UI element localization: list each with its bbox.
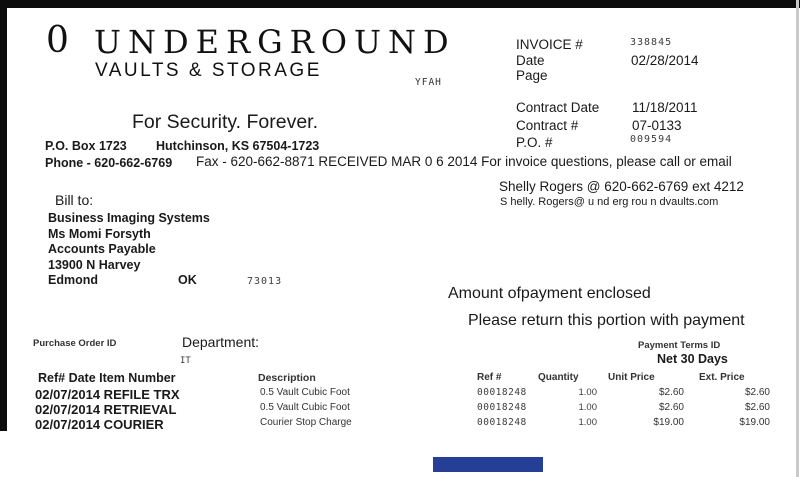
logo-zero-glyph: 0 [46,20,69,61]
column-header-unit-price: Unit Price [608,372,655,383]
contract-date-label: Contract Date [516,100,600,115]
row-item-number: 02/07/2014 REFILE TRX [35,387,180,402]
bill-to-zip: 73013 [247,276,283,287]
row-unit-price: $2.60 [658,387,684,398]
company-tagline: For Security. Forever. [132,111,319,133]
row-unit-price: $2.60 [658,402,684,413]
row-description: 0.5 Vault Cubic Foot [260,387,350,398]
row-quantity: 1.00 [578,417,598,428]
row-description: Courier Stop Charge [260,417,352,428]
contract-date-value: 11/18/2011 [632,100,698,115]
bill-to-department: Accounts Payable [48,242,156,256]
column-header-ref: Ref # [477,372,502,383]
contract-number-label: Contract # [516,118,579,133]
invoice-page-label: Page [516,68,548,83]
invoice-number-label: INVOICE # [516,37,583,52]
bill-to-state: OK [178,273,197,287]
row-ref-number: 00018248 [477,387,527,398]
logo-subtitle: VAULTS & STORAGE [95,60,322,81]
row-quantity: 1.00 [578,387,598,398]
row-description: 0.5 Vault Cubic Foot [260,402,350,413]
invoice-date-value: 02/28/2014 [631,53,699,68]
company-po-box: P.O. Box 1723 [45,139,127,153]
payment-terms-value: Net 30 Days [657,352,728,366]
column-header-description: Description [258,372,316,384]
row-item-number: 02/07/2014 RETRIEVAL [35,402,177,417]
department-label: Department: [182,334,260,350]
row-ref-number: 00018248 [477,417,527,428]
po-number-label: P.O. # [516,135,553,150]
row-ext-price: $2.60 [744,402,770,413]
company-city-line: Hutchinson, KS 67504-1723 [156,139,320,153]
scan-top-black-bar [0,0,800,8]
column-header-quantity: Quantity [538,372,579,383]
po-number-value: 009594 [630,134,673,145]
redaction-bar [433,457,543,472]
department-value: IT [180,356,191,366]
column-header-item: Ref# Date Item Number [38,371,176,385]
bill-to-label: Bill to: [55,192,94,208]
bill-to-street: 13900 N Harvey [48,258,141,272]
scan-left-black-bar [0,0,7,431]
invoice-date-label: Date [516,53,545,68]
row-ref-number: 00018248 [477,402,527,413]
row-unit-price: $19.00 [653,417,684,428]
scan-right-edge-line [796,0,799,477]
logo-company-name: UNDERGROUND [94,23,456,61]
contract-number-value: 07-0133 [632,118,682,133]
billing-contact-email: S helly. Rogers@ u nd erg rou n dvaults.… [500,196,719,208]
bill-to-city: Edmond [48,273,98,287]
scan-artifact-text: YFAH [415,77,442,88]
bill-to-company: Business Imaging Systems [48,211,210,225]
bill-to-attn: Ms Momi Forsyth [48,227,151,241]
billing-contact-line: Shelly Rogers @ 620-662-6769 ext 4212 [499,179,744,194]
invoice-document: 0 UNDERGROUND VAULTS & STORAGE For Secur… [0,0,800,477]
purchase-order-id-label: Purchase Order ID [33,338,117,349]
amount-enclosed-line: Amount ofpayment enclosed [448,285,651,302]
column-header-ext-price: Ext. Price [699,372,745,383]
row-ext-price: $19.00 [739,417,770,428]
row-quantity: 1.00 [578,402,598,413]
company-phone-line: Phone - 620-662-6769 [45,156,173,170]
payment-terms-label: Payment Terms ID [638,340,721,351]
company-fax-received-line: Fax - 620-662-8871 RECEIVED MAR 0 6 2014… [196,154,732,169]
return-portion-line: Please return this portion with payment [468,312,745,329]
row-item-number: 02/07/2014 COURIER [35,417,164,432]
row-ext-price: $2.60 [744,387,770,398]
invoice-number-value: 338845 [630,37,673,48]
